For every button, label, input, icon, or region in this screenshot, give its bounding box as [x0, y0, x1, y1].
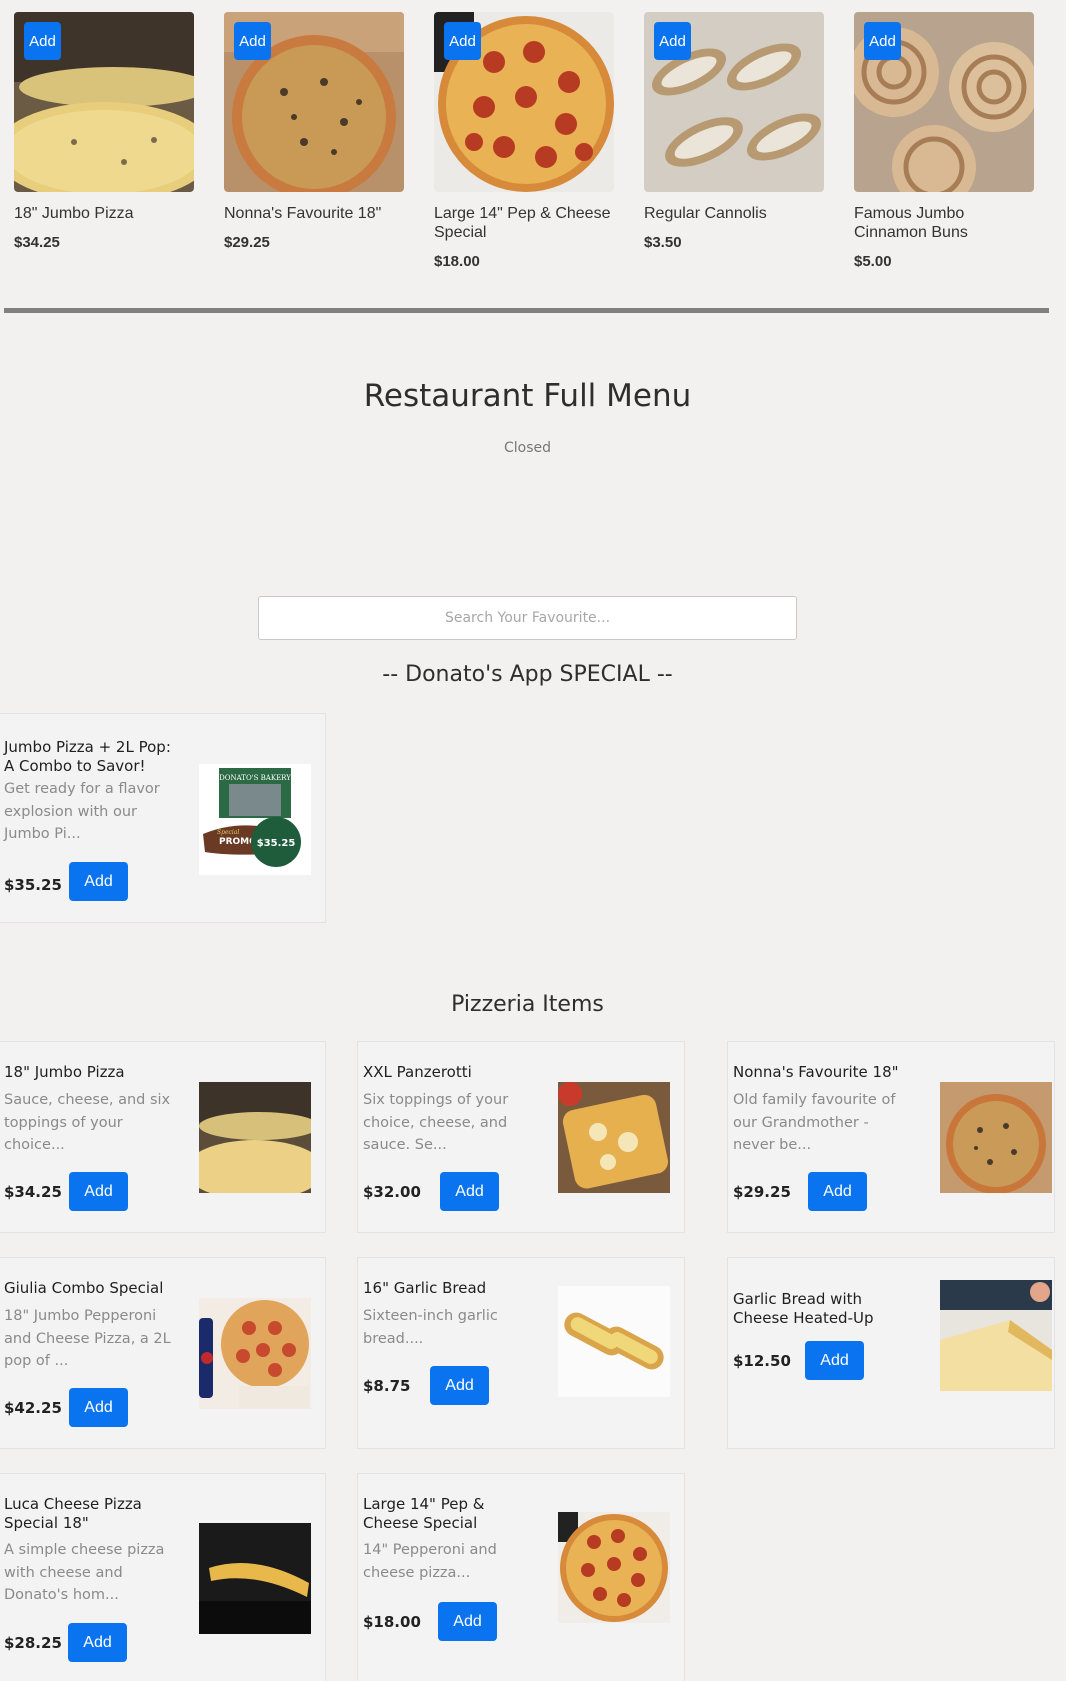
- item-description: 18" Jumbo Pepperoni and Cheese Pizza, a …: [4, 1308, 171, 1369]
- item-price: $34.25: [4, 1183, 62, 1201]
- featured-item-price: $29.25: [224, 234, 270, 251]
- add-button[interactable]: Add: [68, 1623, 127, 1662]
- menu-item-card[interactable]: Jumbo Pizza + 2L Pop: A Combo to Savor! …: [0, 713, 326, 923]
- add-button[interactable]: Add: [654, 22, 691, 60]
- item-name[interactable]: Garlic Bread with Cheese Heated-Up: [733, 1290, 903, 1328]
- add-button[interactable]: Add: [234, 22, 271, 60]
- item-image[interactable]: [199, 1082, 311, 1193]
- featured-item-price: $18.00: [434, 253, 480, 270]
- item-description: A simple cheese pizza with cheese and Do…: [4, 1542, 165, 1603]
- menu-item-card[interactable]: Giulia Combo Special 18" Jumbo Pepperoni…: [0, 1257, 326, 1449]
- add-button[interactable]: Add: [438, 1602, 497, 1641]
- add-button[interactable]: Add: [24, 22, 61, 60]
- item-price: $18.00: [363, 1613, 421, 1631]
- add-button[interactable]: Add: [69, 1172, 128, 1211]
- featured-item-image[interactable]: Add: [14, 12, 194, 192]
- item-image[interactable]: [558, 1512, 670, 1623]
- featured-item-image[interactable]: Add: [224, 12, 404, 192]
- featured-item-price: $5.00: [854, 253, 892, 270]
- menu-item-card[interactable]: Nonna's Favourite 18" Old family favouri…: [727, 1041, 1055, 1233]
- item-name[interactable]: 18" Jumbo Pizza: [4, 1063, 174, 1082]
- featured-item[interactable]: Add Large 14" Pep & Cheese Special $18.0…: [434, 12, 614, 270]
- menu-item-card[interactable]: Garlic Bread with Cheese Heated-Up $12.5…: [727, 1257, 1055, 1449]
- item-name[interactable]: Nonna's Favourite 18": [733, 1063, 903, 1082]
- menu-item-card[interactable]: Luca Cheese Pizza Special 18" A simple c…: [0, 1473, 326, 1681]
- featured-carousel: Add 18" Jumbo Pizza $34.25 Add Nonna's F…: [14, 12, 1064, 270]
- featured-item[interactable]: Add Nonna's Favourite 18" $29.25: [224, 12, 404, 270]
- item-description: 14" Pepperoni and cheese pizza...: [363, 1542, 497, 1581]
- page-title: Restaurant Full Menu: [363, 378, 692, 414]
- item-price: $32.00: [363, 1183, 421, 1201]
- featured-item-price: $34.25: [14, 234, 60, 251]
- status-text: Closed: [503, 440, 552, 456]
- add-button[interactable]: Add: [444, 22, 481, 60]
- add-button[interactable]: Add: [440, 1172, 499, 1211]
- featured-item-image[interactable]: Add: [434, 12, 614, 192]
- menu-item-card[interactable]: XXL Panzerotti Six toppings of your choi…: [357, 1041, 685, 1233]
- item-image[interactable]: [199, 1298, 311, 1409]
- item-price: $12.50: [733, 1352, 791, 1370]
- menu-item-card[interactable]: 16" Garlic Bread Sixteen-inch garlic bre…: [357, 1257, 685, 1449]
- featured-item-name[interactable]: Nonna's Favourite 18": [224, 204, 404, 223]
- featured-item-name[interactable]: 18" Jumbo Pizza: [14, 204, 194, 223]
- featured-item-name[interactable]: Large 14" Pep & Cheese Special: [434, 204, 614, 242]
- add-button[interactable]: Add: [430, 1366, 489, 1405]
- featured-item[interactable]: Add 18" Jumbo Pizza $34.25: [14, 12, 194, 270]
- promo-tag: Special: [217, 829, 239, 836]
- add-button[interactable]: Add: [805, 1341, 864, 1380]
- featured-item[interactable]: Add Famous Jumbo Cinnamon Buns $5.00: [854, 12, 1034, 270]
- item-name[interactable]: Large 14" Pep & Cheese Special: [363, 1495, 533, 1533]
- featured-item-price: $3.50: [644, 234, 682, 251]
- item-description: Sixteen-inch garlic bread....: [363, 1308, 498, 1347]
- featured-item-image[interactable]: Add: [854, 12, 1034, 192]
- add-button[interactable]: Add: [69, 1388, 128, 1427]
- add-button[interactable]: Add: [69, 862, 128, 901]
- item-price: $8.75: [363, 1377, 411, 1395]
- item-description: Old family favourite of our Grandmother …: [733, 1092, 896, 1153]
- promo-brand: DONATO'S BAKERY: [219, 774, 291, 782]
- add-button[interactable]: Add: [864, 22, 901, 60]
- special-section-title: -- Donato's App SPECIAL --: [382, 662, 673, 687]
- featured-item[interactable]: Add Regular Cannolis $3.50: [644, 12, 824, 270]
- menu-item-card[interactable]: 18" Jumbo Pizza Sauce, cheese, and six t…: [0, 1041, 326, 1233]
- item-description: Six toppings of your choice, cheese, and…: [363, 1092, 509, 1153]
- item-image[interactable]: [558, 1286, 670, 1397]
- featured-item-name[interactable]: Famous Jumbo Cinnamon Buns: [854, 204, 1034, 242]
- item-name[interactable]: Jumbo Pizza + 2L Pop: A Combo to Savor!: [4, 738, 174, 776]
- promo-price: $35.25: [257, 838, 296, 849]
- menu-item-card[interactable]: Large 14" Pep & Cheese Special 14" Peppe…: [357, 1473, 685, 1681]
- item-name[interactable]: XXL Panzerotti: [363, 1063, 533, 1082]
- search-input[interactable]: [258, 596, 797, 640]
- add-button[interactable]: Add: [808, 1172, 867, 1211]
- item-price: $29.25: [733, 1183, 791, 1201]
- item-price: $35.25: [4, 876, 62, 894]
- pizzeria-section-title: Pizzeria Items: [451, 992, 604, 1017]
- featured-item-image[interactable]: Add: [644, 12, 824, 192]
- item-name[interactable]: Giulia Combo Special: [4, 1279, 174, 1298]
- item-price: $42.25: [4, 1399, 62, 1417]
- item-image[interactable]: [940, 1280, 1052, 1391]
- promo-image[interactable]: DONATO'S BAKERY Special PROMO $35.25: [199, 764, 311, 875]
- item-image[interactable]: [558, 1082, 670, 1193]
- featured-item-name[interactable]: Regular Cannolis: [644, 204, 824, 223]
- item-description: Get ready for a flavor explosion with ou…: [4, 781, 160, 842]
- item-price: $28.25: [4, 1634, 62, 1652]
- section-divider: [4, 308, 1049, 313]
- item-description: Sauce, cheese, and six toppings of your …: [4, 1092, 171, 1153]
- item-image[interactable]: [199, 1523, 311, 1634]
- item-image[interactable]: [940, 1082, 1052, 1193]
- item-name[interactable]: 16" Garlic Bread: [363, 1279, 533, 1298]
- item-name[interactable]: Luca Cheese Pizza Special 18": [4, 1495, 174, 1533]
